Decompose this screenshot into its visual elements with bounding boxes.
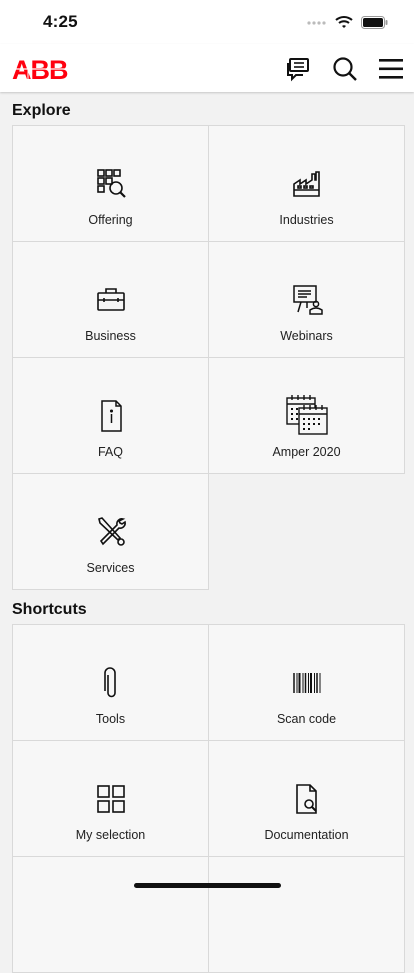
status-time: 4:25: [43, 12, 78, 31]
info-document-icon: [93, 398, 129, 434]
search-icon: [332, 56, 358, 82]
tile-label: My selection: [75, 828, 146, 842]
paperclip-icon: [93, 665, 129, 701]
tile-label: Webinars: [280, 329, 333, 343]
home-indicator: [134, 883, 281, 888]
tile-documentation[interactable]: Documentation: [208, 740, 405, 857]
menu-button[interactable]: [378, 56, 404, 82]
tile-partial[interactable]: [12, 856, 209, 973]
tile-tools[interactable]: Tools: [12, 624, 209, 741]
tile-webinars[interactable]: Webinars: [208, 241, 405, 358]
status-icons: [307, 15, 388, 29]
search-button[interactable]: [332, 56, 358, 82]
tile-business[interactable]: Business: [12, 241, 209, 358]
presentation-icon: [289, 282, 325, 318]
explore-grid: Offering Industries Business Webinars FA…: [12, 125, 405, 590]
tile-scan-code[interactable]: Scan code: [208, 624, 405, 741]
abb-logo[interactable]: ABB: [12, 56, 76, 82]
tile-label: Business: [85, 329, 136, 343]
calendar-icon: [285, 394, 329, 436]
menu-icon: [378, 56, 404, 82]
tile-label: Scan code: [276, 712, 337, 726]
tile-partial[interactable]: [208, 856, 405, 973]
shortcuts-title: Shortcuts: [12, 601, 87, 618]
grid-icon: [93, 781, 129, 817]
barcode-icon: [289, 665, 325, 701]
tile-my-selection[interactable]: My selection: [12, 740, 209, 857]
chat-icon: [285, 56, 311, 82]
tile-label: Documentation: [264, 828, 349, 842]
tile-faq[interactable]: FAQ: [12, 357, 209, 474]
briefcase-icon: [93, 282, 129, 318]
status-bar: 4:25: [0, 0, 414, 44]
tile-label: Amper 2020: [272, 445, 341, 459]
tile-services[interactable]: Services: [12, 473, 209, 590]
tile-label: FAQ: [97, 445, 123, 459]
wifi-icon: [335, 15, 353, 29]
shortcuts-grid: Tools Scan code My selection Documentati…: [12, 624, 405, 973]
tile-label: Offering: [88, 213, 133, 227]
tile-industries[interactable]: Industries: [208, 125, 405, 242]
app-header: ABB: [0, 44, 414, 92]
factory-icon: [289, 166, 325, 202]
explore-title: Explore: [12, 102, 71, 119]
tile-amper-2020[interactable]: Amper 2020: [208, 357, 405, 474]
tile-offering[interactable]: Offering: [12, 125, 209, 242]
signal-icon: [307, 17, 327, 27]
chat-button[interactable]: [285, 56, 311, 82]
battery-icon: [361, 15, 388, 29]
document-search-icon: [289, 781, 325, 817]
tools-icon: [93, 514, 129, 550]
offering-grid-search-icon: [93, 166, 129, 202]
tile-label: Industries: [279, 213, 334, 227]
tile-label: Tools: [95, 712, 126, 726]
tile-label: Services: [86, 561, 135, 575]
